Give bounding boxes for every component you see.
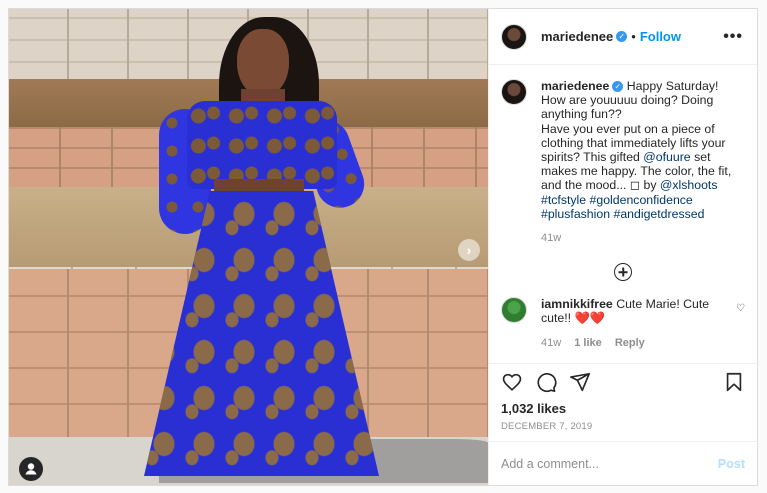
post-date[interactable]: DECEMBER 7, 2019 (489, 419, 757, 441)
comment-like-count[interactable]: 1 like (574, 337, 602, 349)
photo-subject-face (237, 29, 289, 97)
hashtag-link[interactable]: #tcfstyle (541, 193, 586, 207)
comment-item: iamnikkifree Cute Marie! Cute cute!! ❤️❤… (501, 297, 745, 350)
photo-subject-top (187, 101, 337, 189)
mention-link[interactable]: @ofuure (643, 150, 690, 164)
chevron-right-icon[interactable]: › (458, 239, 480, 261)
mention-link[interactable]: @xlshoots (660, 178, 718, 192)
comment-timestamp[interactable]: 41w (541, 337, 561, 349)
bookmark-icon[interactable] (723, 371, 745, 393)
post-actions (489, 363, 757, 399)
caption-username[interactable]: mariedenee (541, 79, 609, 93)
post-comment-button[interactable]: Post (718, 457, 745, 471)
verified-badge-icon: ✓ (612, 81, 624, 92)
comment-icon[interactable] (535, 371, 557, 393)
caption: mariedenee ✓ Happy Saturday! How are youu… (501, 79, 745, 245)
avatar[interactable] (501, 297, 527, 324)
add-comment-input[interactable] (501, 456, 718, 471)
instagram-post: › mariedenee ✓ • Follow ••• mariedenee ✓ … (8, 8, 758, 486)
more-options-icon[interactable]: ••• (723, 28, 743, 46)
hashtag-link[interactable]: #goldenconfidence (590, 193, 693, 207)
hashtag-link[interactable]: #plusfashion (541, 207, 610, 221)
add-comment-bar: Post (489, 441, 757, 485)
reply-button[interactable]: Reply (615, 337, 645, 349)
header-username[interactable]: mariedenee (541, 29, 613, 44)
load-more-comments-button[interactable] (501, 263, 745, 282)
comments-section: mariedenee ✓ Happy Saturday! How are youu… (489, 65, 757, 363)
caption-timestamp[interactable]: 41w (541, 232, 561, 244)
comment-username[interactable]: iamnikkifree (541, 297, 613, 311)
post-photo[interactable]: › (9, 9, 488, 485)
avatar[interactable] (501, 79, 527, 105)
like-count[interactable]: 1,032 likes (489, 399, 757, 419)
comment-like-heart-icon[interactable]: ♡ (736, 297, 745, 350)
share-icon[interactable] (569, 371, 591, 393)
heart-icon[interactable] (501, 371, 523, 393)
post-side-panel: mariedenee ✓ • Follow ••• mariedenee ✓ Ha… (488, 9, 757, 485)
avatar[interactable] (501, 23, 527, 50)
separator-dot: • (631, 29, 636, 44)
plus-circle-icon[interactable] (614, 263, 632, 282)
hashtag-link[interactable]: #andigetdressed (613, 207, 704, 221)
follow-button[interactable]: Follow (640, 29, 681, 44)
post-header: mariedenee ✓ • Follow ••• (489, 9, 757, 65)
verified-badge-icon: ✓ (616, 31, 628, 42)
user-icon[interactable] (19, 457, 43, 481)
